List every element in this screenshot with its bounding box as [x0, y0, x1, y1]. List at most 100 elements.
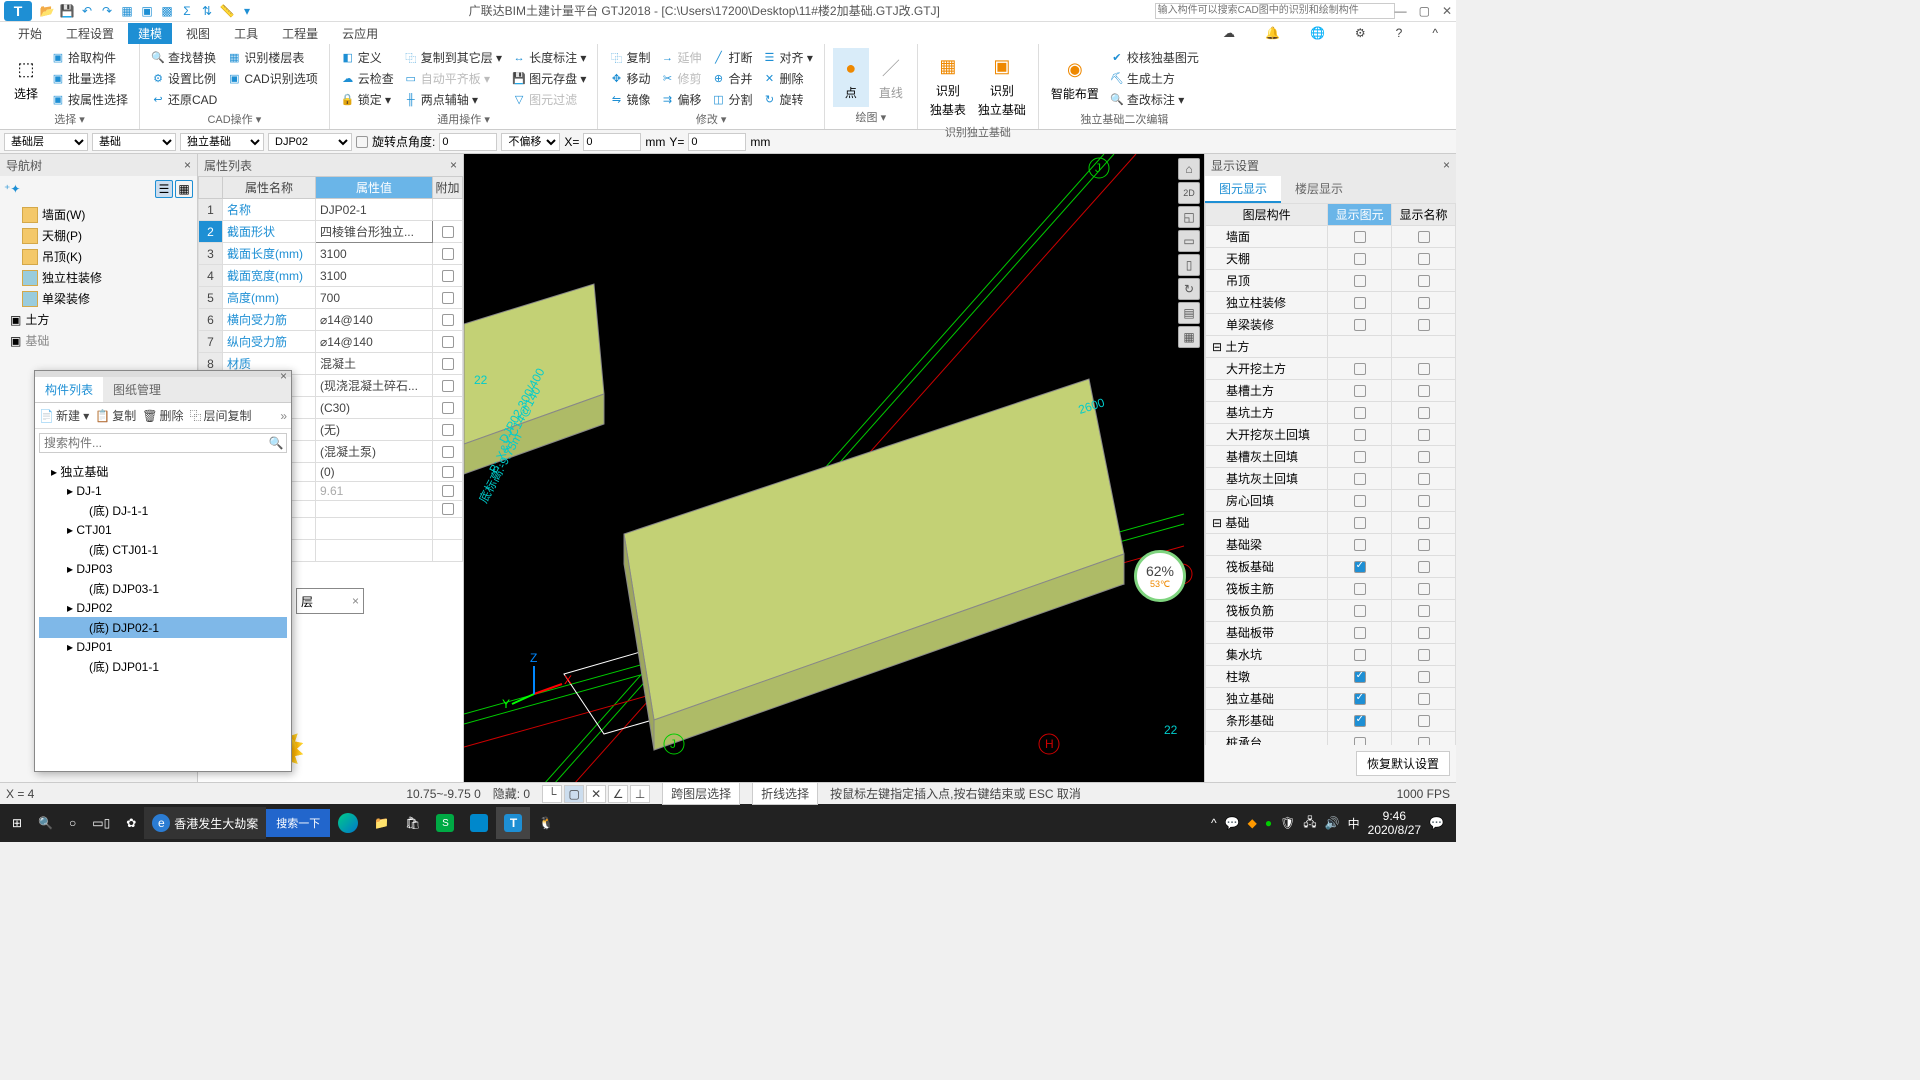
show-element-checkbox[interactable] [1354, 495, 1366, 507]
category-select[interactable]: 基础 [92, 133, 176, 151]
show-name-checkbox[interactable] [1418, 495, 1430, 507]
show-element-checkbox[interactable] [1354, 561, 1366, 573]
view-home-icon[interactable]: ⌂ [1178, 158, 1200, 180]
qat-icon[interactable]: Σ [180, 4, 194, 18]
member-tree-item[interactable]: ▸ CTJ01 [39, 521, 287, 539]
gtj-task[interactable]: T [496, 807, 530, 839]
show-name-checkbox[interactable] [1418, 671, 1430, 683]
delete-button[interactable]: 🗑删除 [142, 407, 183, 424]
menu-start[interactable]: 开始 [8, 23, 52, 44]
globe-icon[interactable]: 🌐 [1300, 24, 1335, 42]
disp-row[interactable]: 墙面 [1206, 226, 1328, 248]
disp-group[interactable]: ⊟ 基础 [1206, 512, 1328, 534]
member-search-input[interactable] [40, 434, 266, 452]
more-icon[interactable]: » [280, 409, 287, 423]
floor-select[interactable]: 基础层 [4, 133, 88, 151]
floor-mini-panel[interactable]: 层 × [296, 588, 364, 614]
cad-icon[interactable] [462, 807, 496, 839]
member-tree-item[interactable]: ▸ DJP01 [39, 638, 287, 656]
member-tree-item[interactable]: ▸ DJP03 [39, 560, 287, 578]
point-button[interactable]: ●点 [833, 48, 869, 107]
show-element-checkbox[interactable] [1354, 517, 1366, 529]
define-button[interactable]: ◧定义 [338, 48, 397, 67]
member-tree-item[interactable]: ▸ DJ-1 [39, 482, 287, 500]
3d-viewport[interactable]: X Y Z J H J H 22 22 2600 DJP02,300/400 B… [464, 154, 1204, 782]
two-point-axis-button[interactable]: ╫两点辅轴 ▾ [401, 90, 505, 109]
x-input[interactable] [583, 133, 641, 151]
start-button[interactable]: ⊞ [4, 807, 30, 839]
show-name-checkbox[interactable] [1418, 253, 1430, 265]
chevron-up-icon[interactable]: ^ [1422, 24, 1448, 42]
menu-tools[interactable]: 工具 [224, 23, 268, 44]
show-element-checkbox[interactable] [1354, 605, 1366, 617]
maximize-icon[interactable]: ▢ [1419, 4, 1430, 18]
disp-row[interactable]: 独立柱装修 [1206, 292, 1328, 314]
member-tree-item[interactable]: ▸ 独立基础 [39, 461, 287, 482]
show-element-checkbox[interactable] [1354, 297, 1366, 309]
qat-open-icon[interactable]: 📂 [40, 4, 54, 18]
find-replace-button[interactable]: 🔍查找替换 [148, 48, 220, 67]
show-name-checkbox[interactable] [1418, 561, 1430, 573]
show-element-checkbox[interactable] [1354, 231, 1366, 243]
show-element-checkbox[interactable] [1354, 385, 1366, 397]
action-center-icon[interactable]: 💬 [1429, 816, 1444, 830]
show-element-checkbox[interactable] [1354, 363, 1366, 375]
close-icon[interactable]: × [352, 594, 359, 608]
view-front-icon[interactable]: ▭ [1178, 230, 1200, 252]
show-name-checkbox[interactable] [1418, 693, 1430, 705]
qat-icon[interactable]: ▩ [160, 4, 174, 18]
show-name-checkbox[interactable] [1418, 583, 1430, 595]
menu-modeling[interactable]: 建模 [128, 23, 172, 44]
show-name-checkbox[interactable] [1418, 473, 1430, 485]
copy-button[interactable]: ⿻复制 [606, 48, 653, 67]
show-name-checkbox[interactable] [1418, 275, 1430, 287]
disp-row[interactable]: 基坑灰土回填 [1206, 468, 1328, 490]
snap-endpoint-icon[interactable]: └ [542, 785, 562, 803]
search-icon[interactable]: 🔍 [266, 434, 286, 452]
show-element-checkbox[interactable] [1354, 473, 1366, 485]
qat-ruler-icon[interactable]: 📏 [220, 4, 234, 18]
ie-task[interactable]: e 香港发生大劫案 [144, 807, 266, 839]
disp-row[interactable]: 基槽灰土回填 [1206, 446, 1328, 468]
generate-earthwork-button[interactable]: ⛏生成土方 [1107, 69, 1202, 88]
offset-mode-select[interactable]: 不偏移 [501, 133, 560, 151]
restore-default-button[interactable]: 恢复默认设置 [1356, 751, 1450, 776]
show-element-checkbox[interactable] [1354, 715, 1366, 727]
taskbar-search-button[interactable]: 搜索一下 [266, 809, 330, 837]
app-icon[interactable]: ✿ [118, 807, 144, 839]
tab-element-display[interactable]: 图元显示 [1205, 176, 1281, 203]
show-name-checkbox[interactable] [1418, 297, 1430, 309]
list-view-icon[interactable]: ☰ [155, 180, 173, 198]
disp-row[interactable]: 桩承台 [1206, 732, 1328, 746]
grid-view-icon[interactable]: ▦ [175, 180, 193, 198]
tray-chevron-icon[interactable]: ^ [1211, 816, 1217, 830]
explorer-icon[interactable]: 📁 [366, 807, 397, 839]
recognize-foundation-button[interactable]: ▣识别独立基础 [974, 48, 1030, 122]
member-tree-item[interactable]: (底) DJP03-1 [39, 578, 287, 599]
disp-row[interactable]: 吊顶 [1206, 270, 1328, 292]
y-input[interactable] [688, 133, 746, 151]
tree-item-column-decor[interactable]: 独立柱装修 [2, 267, 195, 288]
disp-row[interactable]: 筏板主筋 [1206, 578, 1328, 600]
show-name-checkbox[interactable] [1418, 231, 1430, 243]
floor-copy-button[interactable]: ⿻层间复制 [190, 407, 252, 424]
show-name-checkbox[interactable] [1418, 539, 1430, 551]
view-grid-icon[interactable]: ▦ [1178, 326, 1200, 348]
menu-cloud[interactable]: 云应用 [332, 23, 388, 44]
tray-notif-icon[interactable]: 💬 [1225, 816, 1240, 830]
tray-icon[interactable]: ◆ [1248, 816, 1257, 830]
merge-button[interactable]: ⊕合并 [708, 69, 755, 88]
member-select[interactable]: DJP02 [268, 133, 352, 151]
disp-row[interactable]: 条形基础 [1206, 710, 1328, 732]
snap-cross-icon[interactable]: ✕ [586, 785, 606, 803]
disp-row[interactable]: 集水坑 [1206, 644, 1328, 666]
recognize-table-button[interactable]: ▦识别独基表 [926, 48, 970, 122]
disp-row[interactable]: 基坑土方 [1206, 402, 1328, 424]
select-button[interactable]: ⬚选择 [8, 48, 44, 109]
offset-button[interactable]: ⇉偏移 [657, 90, 704, 109]
cad-options-button[interactable]: ▣CAD识别选项 [224, 69, 320, 88]
wps-icon[interactable]: S [428, 807, 462, 839]
member-tree-item[interactable]: (底) DJP01-1 [39, 656, 287, 677]
tree-item-wall[interactable]: 墙面(W) [2, 204, 195, 225]
disp-row[interactable]: 独立基础 [1206, 688, 1328, 710]
